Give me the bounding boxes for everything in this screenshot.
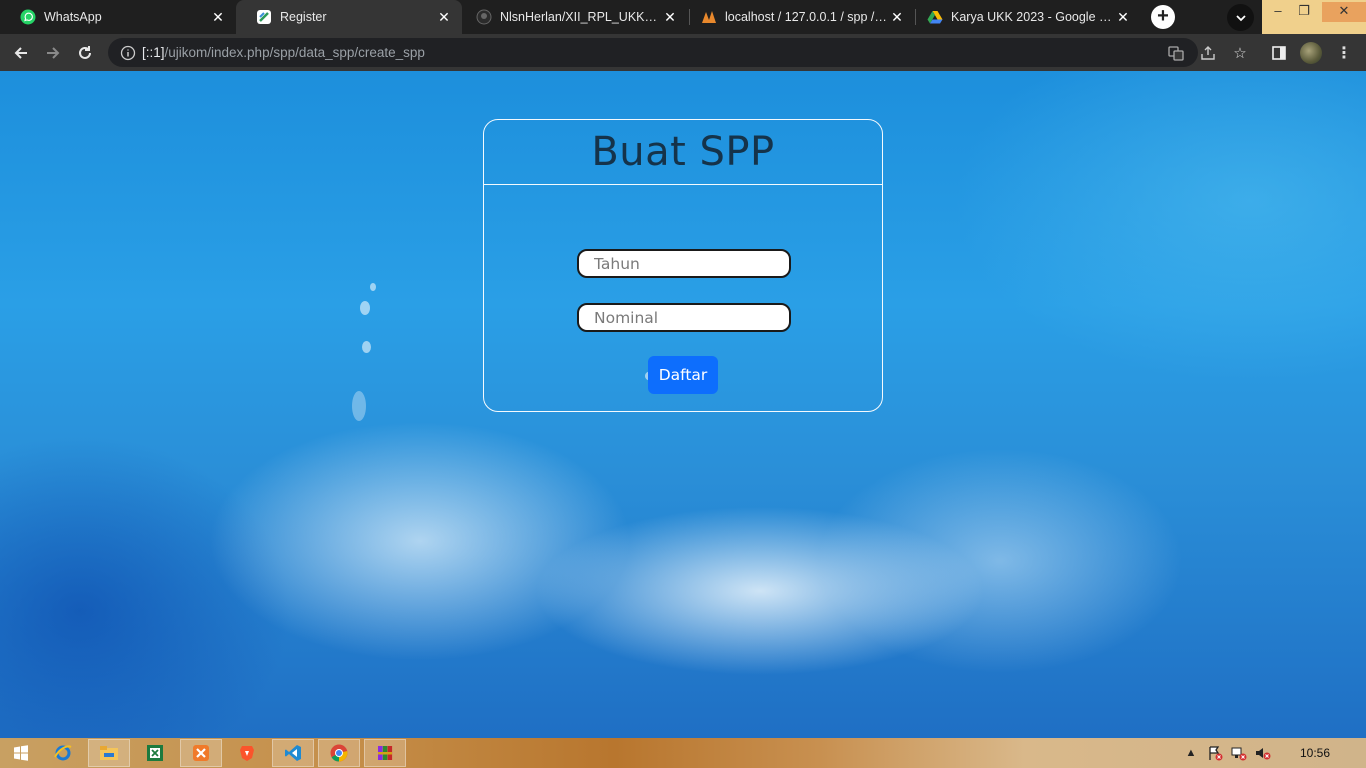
restore-icon[interactable]: ❐: [1290, 2, 1318, 22]
share-icon[interactable]: [1198, 43, 1218, 63]
water-splash: [362, 341, 371, 353]
info-icon[interactable]: [120, 45, 136, 61]
water-splash: [352, 391, 366, 421]
tab-register[interactable]: Register ✕: [236, 0, 462, 34]
xampp-icon[interactable]: [180, 739, 222, 767]
water-splash: [360, 301, 370, 315]
new-tab-button[interactable]: +: [1151, 5, 1175, 29]
excel-icon[interactable]: [134, 739, 176, 767]
windows-taskbar: ▲ 10:56: [0, 738, 1366, 768]
tab-title: NlsnHerlan/XII_RPL_UKK_Pembayaran_SPP: [500, 10, 662, 24]
profile-avatar[interactable]: [1300, 42, 1322, 64]
daftar-button[interactable]: Daftar: [648, 356, 718, 394]
tab-github[interactable]: NlsnHerlan/XII_RPL_UKK_Pembayaran_SPP ✕: [462, 0, 688, 34]
chrome-icon[interactable]: [318, 739, 360, 767]
close-icon[interactable]: ✕: [210, 9, 226, 25]
taskbar-clock[interactable]: 10:56: [1300, 746, 1330, 760]
tab-phpmyadmin[interactable]: localhost / 127.0.0.1 / spp / petugas ✕: [689, 0, 915, 34]
tab-title: localhost / 127.0.0.1 / spp / petugas: [725, 10, 889, 24]
register-favicon: [256, 9, 272, 25]
window-controls: – ❐ ✕: [1262, 0, 1366, 34]
close-window-icon[interactable]: ✕: [1322, 2, 1366, 22]
file-explorer-icon[interactable]: [88, 739, 130, 767]
phpmyadmin-icon: [701, 9, 717, 25]
address-bar[interactable]: [::1]/ujikom/index.php/spp/data_spp/crea…: [108, 38, 1198, 67]
winrar-icon[interactable]: [364, 739, 406, 767]
google-drive-icon: [927, 9, 943, 25]
back-icon[interactable]: [8, 40, 34, 66]
whatsapp-icon: [20, 9, 36, 25]
url-host: [::1]: [142, 45, 165, 60]
github-icon: [476, 9, 492, 25]
nominal-input[interactable]: [577, 303, 791, 332]
forward-icon[interactable]: [40, 40, 66, 66]
close-icon[interactable]: ✕: [436, 9, 452, 25]
page-background: Buat SPP Daftar: [0, 71, 1366, 738]
url-text: [::1]/ujikom/index.php/spp/data_spp/crea…: [142, 45, 425, 60]
vscode-icon[interactable]: [272, 739, 314, 767]
tab-google-drive[interactable]: Karya UKK 2023 - Google Drive ✕: [915, 0, 1141, 34]
tab-search-button[interactable]: [1227, 4, 1254, 31]
water-splash: [370, 283, 376, 291]
close-icon[interactable]: ✕: [1115, 9, 1131, 25]
menu-kebab-icon[interactable]: ⋮: [1334, 43, 1354, 63]
tab-whatsapp[interactable]: WhatsApp ✕: [0, 0, 236, 34]
network-icon[interactable]: [1231, 745, 1247, 761]
page-title: Buat SPP: [591, 129, 775, 175]
close-icon[interactable]: ✕: [662, 9, 678, 25]
minimize-icon[interactable]: –: [1264, 2, 1292, 22]
tab-title: Register: [280, 10, 327, 24]
side-panel-icon[interactable]: [1269, 43, 1289, 63]
reload-icon[interactable]: [72, 40, 98, 66]
card-header: Buat SPP: [484, 120, 882, 185]
bookmark-star-icon[interactable]: ☆: [1230, 43, 1250, 63]
tab-title: WhatsApp: [44, 10, 102, 24]
browser-toolbar: [::1]/ujikom/index.php/spp/data_spp/crea…: [0, 34, 1366, 71]
action-center-flag-icon[interactable]: [1207, 745, 1223, 761]
tab-title: Karya UKK 2023 - Google Drive: [951, 10, 1115, 24]
tab-strip: WhatsApp ✕ Register ✕ NlsnHerlan/XII_RPL…: [0, 0, 1366, 34]
close-icon[interactable]: ✕: [889, 9, 905, 25]
chevron-down-icon: [1235, 14, 1246, 21]
show-hidden-icons-icon[interactable]: ▲: [1183, 745, 1199, 761]
internet-explorer-icon[interactable]: [42, 739, 84, 767]
windows-start-icon[interactable]: [0, 739, 42, 767]
tahun-input[interactable]: [577, 249, 791, 278]
volume-muted-icon[interactable]: [1255, 745, 1271, 761]
url-path: /ujikom/index.php/spp/data_spp/create_sp…: [164, 45, 425, 60]
translate-icon[interactable]: [1166, 43, 1186, 63]
brave-icon[interactable]: [226, 739, 268, 767]
create-spp-card: Buat SPP Daftar: [483, 119, 883, 412]
